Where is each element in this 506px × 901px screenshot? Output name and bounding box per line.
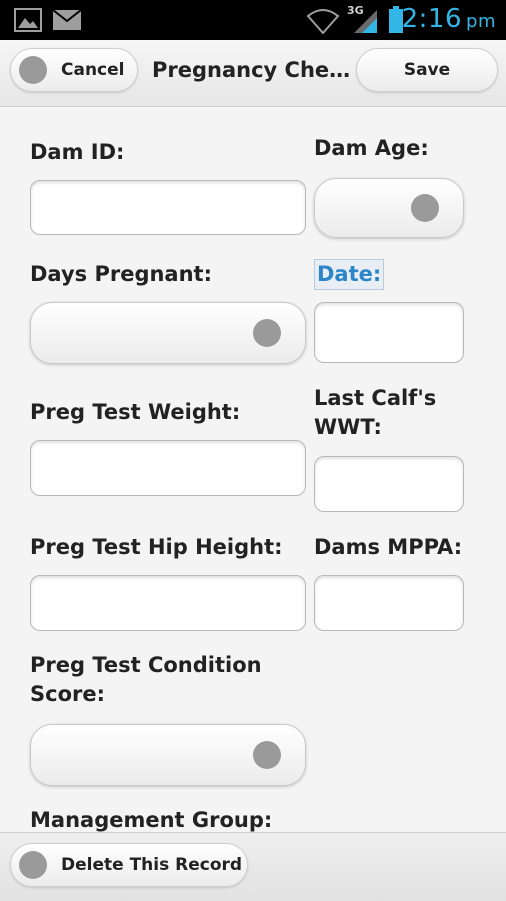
dams-mppa-label: Dams MPPA: (314, 535, 463, 559)
dropdown-icon (253, 319, 281, 347)
status-clock: 2:16 pm (402, 4, 496, 34)
management-group-label: Management Group: (30, 808, 273, 832)
app-header: Cancel Pregnancy Chec… Save (0, 40, 506, 107)
preg-test-condition-score-label: Preg Test Condition Score: (30, 651, 262, 709)
last-calf-wwt-label-line2: WWT: (314, 415, 382, 439)
last-calf-wwt-input[interactable] (314, 456, 464, 512)
preg-test-condition-score-select[interactable] (30, 724, 306, 786)
clock-time: 2:16 (401, 4, 463, 34)
save-button[interactable]: Save (356, 48, 498, 92)
preg-test-weight-label: Preg Test Weight: (30, 400, 241, 424)
delete-record-button[interactable]: Delete This Record (10, 843, 248, 887)
dropdown-icon (411, 194, 439, 222)
wifi-icon (306, 9, 340, 34)
dropdown-icon (253, 741, 281, 769)
cancel-icon (19, 56, 47, 84)
condition-score-label-line1: Preg Test Condition (30, 653, 262, 677)
dam-id-input[interactable] (30, 180, 306, 235)
days-pregnant-label: Days Pregnant: (30, 262, 212, 286)
dams-mppa-input[interactable] (314, 575, 464, 631)
cancel-button[interactable]: Cancel (10, 48, 138, 92)
save-label: Save (403, 60, 451, 80)
dam-age-label: Dam Age: (314, 136, 429, 160)
delete-label: Delete This Record (61, 855, 243, 875)
condition-score-label-line2: Score: (30, 682, 105, 706)
page-title: Pregnancy Chec… (152, 58, 352, 82)
gallery-icon (14, 8, 42, 32)
footer-bar: Delete This Record (0, 832, 506, 901)
preg-test-hip-height-input[interactable] (30, 575, 306, 631)
dam-age-select[interactable] (314, 178, 464, 238)
last-calf-wwt-label-line1: Last Calf's (314, 386, 437, 410)
preg-test-hip-height-label: Preg Test Hip Height: (30, 535, 283, 559)
date-input[interactable] (314, 302, 464, 363)
last-calf-wwt-label: Last Calf's WWT: (314, 384, 436, 442)
date-label[interactable]: Date: (314, 259, 385, 290)
clock-ampm: pm (466, 11, 496, 32)
status-bar: 3G 2:16 pm (0, 0, 506, 40)
cancel-label: Cancel (61, 60, 125, 80)
dam-id-label: Dam ID: (30, 140, 125, 164)
days-pregnant-select[interactable] (30, 302, 306, 364)
mail-icon (52, 9, 82, 30)
signal-icon (354, 10, 377, 33)
preg-test-weight-input[interactable] (30, 440, 306, 496)
delete-icon (19, 851, 47, 879)
